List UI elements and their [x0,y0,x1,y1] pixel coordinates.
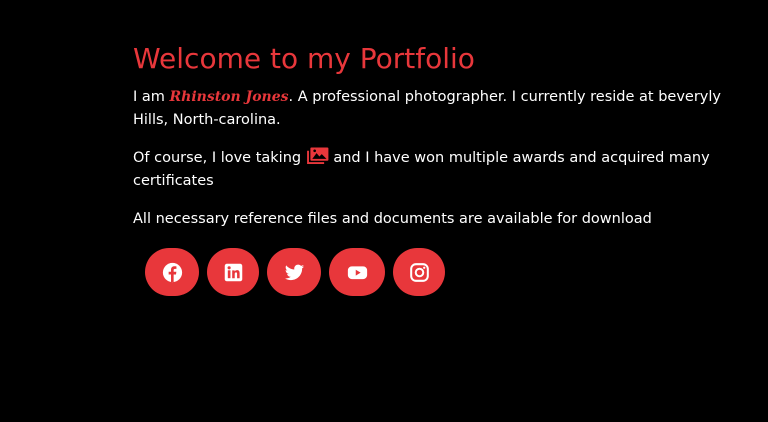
social-links [145,248,445,296]
love-prefix: Of course, I love taking [133,150,306,166]
youtube-icon [347,265,367,279]
downloads-paragraph: All necessary reference files and docume… [133,211,652,227]
instagram-button[interactable] [393,248,445,296]
intro-paragraph: I am Rhinston Jones. A professional phot… [133,86,733,131]
intro-prefix: I am [133,89,170,105]
youtube-button[interactable] [329,248,385,296]
instagram-icon [409,262,429,282]
facebook-icon [162,262,182,282]
facebook-button[interactable] [145,248,199,296]
awards-paragraph: Of course, I love taking and I have won … [133,147,733,192]
twitter-icon [284,264,304,280]
photographer-name: Rhinston Jones [169,89,289,105]
twitter-button[interactable] [267,248,321,296]
linkedin-button[interactable] [207,248,259,296]
page-title: Welcome to my Portfolio [133,42,475,75]
images-icon [306,147,329,165]
hero-section: Welcome to my Portfolio I am Rhinston Jo… [133,40,733,247]
linkedin-icon [224,263,242,281]
